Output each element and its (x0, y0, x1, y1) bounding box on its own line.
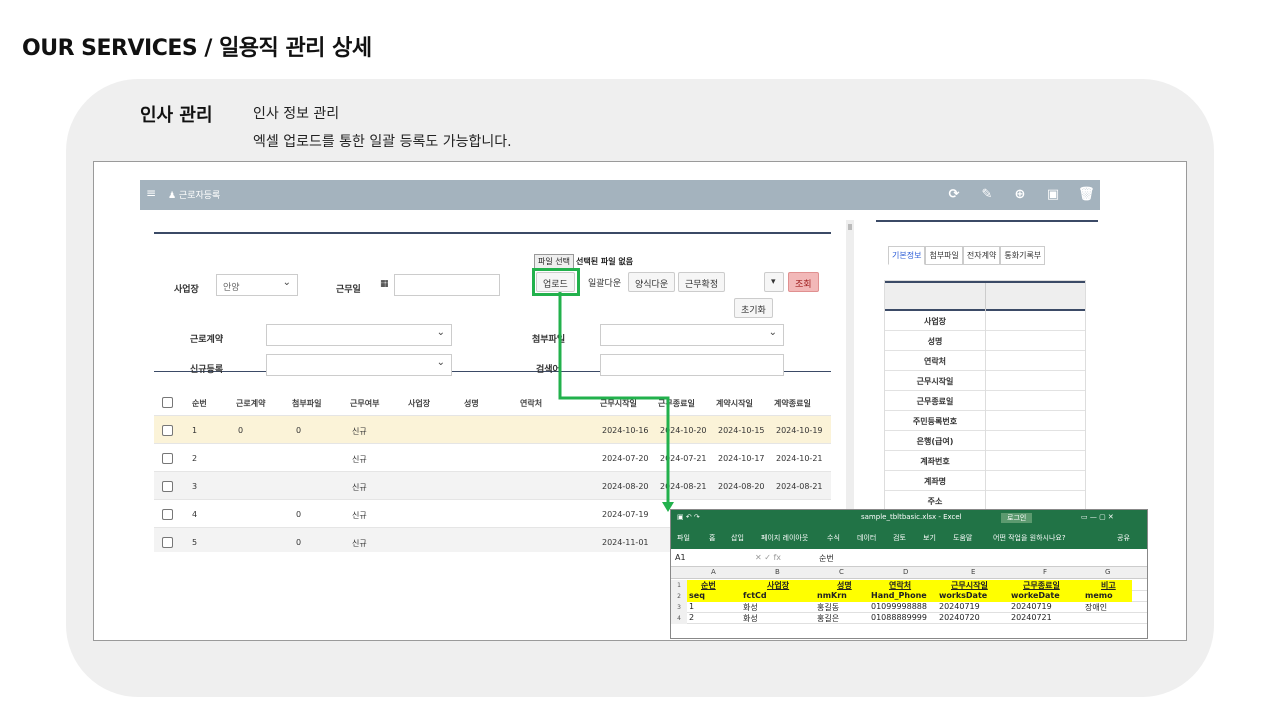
ribbon-formula[interactable]: 수식 (827, 533, 840, 543)
ribbon-data[interactable]: 데이터 (857, 533, 876, 543)
name-box[interactable]: A1 (675, 553, 686, 562)
window-controls[interactable]: ▭ — ▢ ✕ (1081, 513, 1114, 521)
ribbon-insert[interactable]: 삽입 (731, 533, 744, 543)
sheet-row[interactable]: 1 순번 사업장 성명 연락처 근무시작일 근무종료일 비고 (671, 580, 1147, 591)
ribbon-help[interactable]: 도움말 (953, 533, 972, 543)
ribbon-view[interactable]: 보기 (923, 533, 936, 543)
sheet-row[interactable]: 3 1 화성 홍길동 01099998888 20240719 20240719 장애인 (671, 602, 1147, 613)
formula-input[interactable]: 순번 (819, 553, 834, 564)
section-desc-1: 인사 정보 관리 (253, 106, 340, 122)
excel-filename: sample_tbltbasic.xlsx - Excel (861, 513, 962, 521)
excel-window: ▣ ↶ ↷ sample_tbltbasic.xlsx - Excel 로그인 … (670, 509, 1148, 639)
formula-bar: A1 ✕ ✓ fx 순번 (671, 549, 1147, 567)
ribbon-layout[interactable]: 페이지 레이아웃 (761, 533, 808, 543)
app-screenshot: ≡ ♟ 근로자등록 ⟳ ✎ ⊕ ▣ 🗑 사업장 안양 근무일 ▦ 파일 선택 선… (93, 161, 1187, 641)
formula-icons: ✕ ✓ fx (755, 553, 782, 562)
excel-titlebar: ▣ ↶ ↷ sample_tbltbasic.xlsx - Excel 로그인 … (671, 510, 1147, 525)
login-button[interactable]: 로그인 (1001, 513, 1033, 523)
ribbon-review[interactable]: 검토 (893, 533, 906, 543)
ribbon-file[interactable]: 파일 (677, 533, 690, 543)
section-title: 인사 관리 (140, 105, 213, 126)
sheet-row[interactable]: 4 2 화성 홍길은 01088889999 20240720 20240721 (671, 613, 1147, 624)
excel-ribbon: 파일 홈 삽입 페이지 레이아웃 수식 데이터 검토 보기 도움말 어떤 작업을… (671, 525, 1147, 549)
ribbon-home[interactable]: 홈 (709, 533, 715, 543)
save-icon[interactable]: ▣ ↶ ↷ (677, 513, 700, 521)
share-button[interactable]: 공유 (1117, 533, 1130, 543)
sheet-row[interactable]: 2 seq fctCd nmKrn Hand_Phone worksDate worke… (671, 591, 1147, 602)
section-desc-2: 엑셀 업로드를 통한 일괄 등록도 가능합니다. (253, 134, 512, 150)
tell-me-search[interactable]: 어떤 작업을 원하시나요? (993, 533, 1066, 543)
page-heading: OUR SERVICES / 일용직 관리 상세 (22, 36, 372, 61)
column-headers: ABC DEFG (671, 567, 1147, 579)
